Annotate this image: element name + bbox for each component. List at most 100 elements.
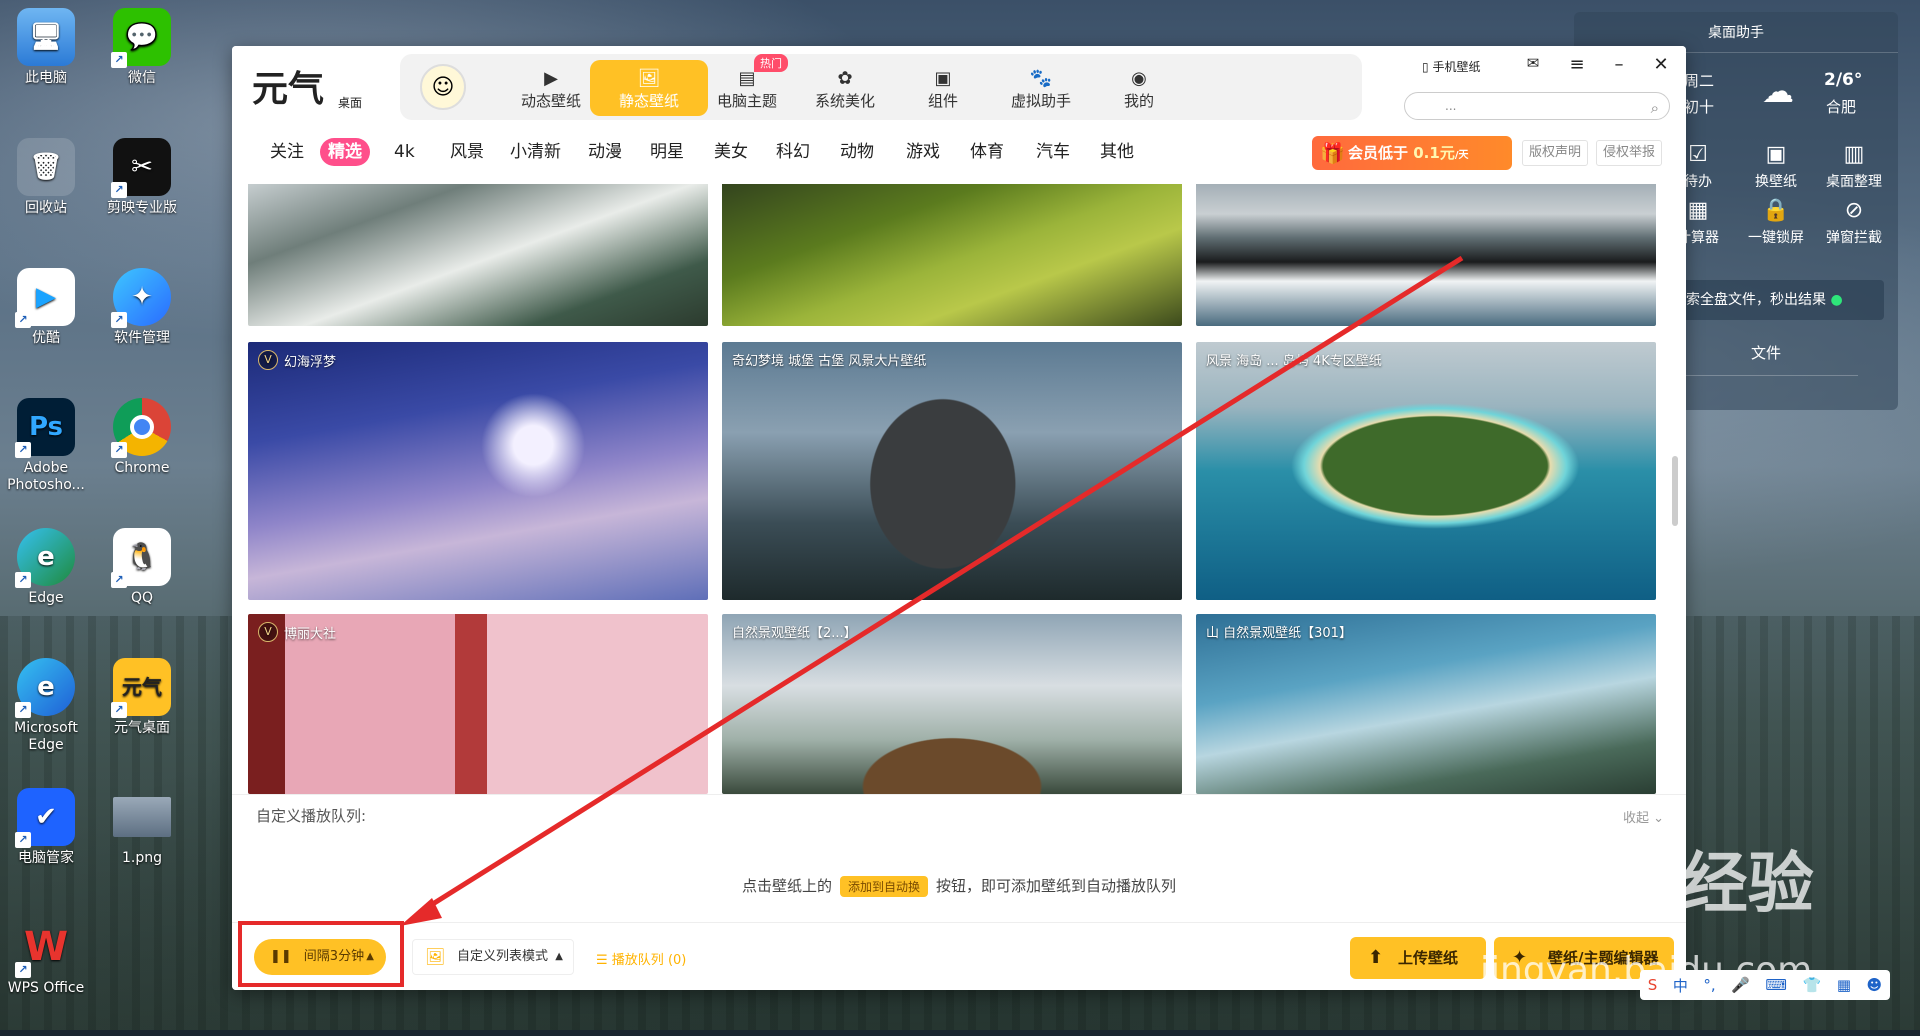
desktop-icon-microsoft-edge[interactable]: e ↗ Microsoft Edge bbox=[0, 658, 92, 754]
wps-glyph: W bbox=[23, 923, 69, 970]
nav-label: 我的 bbox=[1123, 92, 1154, 110]
qq-icon: 🐧 ↗ bbox=[111, 528, 171, 588]
menu-icon[interactable]: ≡ bbox=[1562, 54, 1592, 75]
block-icon: ⊘ bbox=[1844, 198, 1864, 223]
hot-badge: 热门 bbox=[754, 54, 788, 72]
nav-mine[interactable]: ◉ 我的 bbox=[1080, 60, 1198, 116]
wallpaper-tile[interactable] bbox=[248, 184, 708, 326]
category-scifi[interactable]: 科幻 bbox=[768, 138, 818, 166]
desktop-icon-wps[interactable]: W ↗ WPS Office bbox=[0, 918, 92, 997]
cloud-rain-icon: ☁ bbox=[1762, 72, 1794, 110]
list-mode-label: 自定义列表模式 bbox=[457, 949, 549, 964]
vip-badge-icon: V bbox=[258, 622, 278, 642]
wallpaper-tile[interactable]: V 幻海浮梦 bbox=[248, 342, 708, 600]
avatar[interactable]: ☺ bbox=[420, 64, 466, 110]
category-beauty[interactable]: 美女 bbox=[706, 138, 756, 166]
desktop-icon-capcut[interactable]: ✂ ↗ 剪映专业版 bbox=[96, 138, 188, 217]
vip-banner[interactable]: 🎁 会员低于 0.1元/天 bbox=[1312, 136, 1512, 170]
desktop-icon-chrome[interactable]: ↗ Chrome bbox=[96, 398, 188, 477]
widget-tool-label: 桌面整理 bbox=[1826, 174, 1882, 190]
wallpaper-tile[interactable]: 山 自然景观壁纸【301】 bbox=[1196, 614, 1656, 794]
category-games[interactable]: 游戏 bbox=[898, 138, 948, 166]
gallery-scrollbar[interactable] bbox=[1672, 456, 1678, 526]
wallpaper-tile[interactable]: 奇幻梦境 城堡 古堡 风景大片壁纸 bbox=[722, 342, 1182, 600]
desktop-icon-edge[interactable]: e ↗ Edge bbox=[0, 528, 92, 607]
widget-tool-wallpaper[interactable]: ▣ 换壁纸 bbox=[1736, 142, 1816, 191]
category-anime[interactable]: 动漫 bbox=[580, 138, 630, 166]
phone-wallpaper-link[interactable]: ▯ 手机壁纸 bbox=[1422, 58, 1480, 75]
minimize-icon[interactable]: – bbox=[1604, 54, 1634, 75]
wallpaper-tile[interactable]: V 博丽大社 bbox=[248, 614, 708, 794]
punctuation-icon[interactable]: °, bbox=[1703, 976, 1715, 994]
caret-up-icon: ▲ bbox=[555, 951, 563, 962]
wps-icon: W ↗ bbox=[15, 918, 75, 978]
category-other[interactable]: 其他 bbox=[1092, 138, 1142, 166]
system-tray: S 中 °, 🎤 ⌨ 👕 ▦ ☻ bbox=[1640, 970, 1890, 1000]
wallpaper-tile[interactable] bbox=[1196, 184, 1656, 326]
desktop-icon-recycle-bin[interactable]: 🗑 回收站 bbox=[0, 138, 92, 217]
upload-wallpaper-button[interactable]: ⬆ 上传壁纸 bbox=[1350, 937, 1486, 979]
caret-up-icon: ▲ bbox=[366, 951, 374, 962]
sogou-icon[interactable]: S bbox=[1648, 976, 1658, 994]
category-landscape[interactable]: 风景 bbox=[442, 138, 492, 166]
hint-text-before: 点击壁纸上的 bbox=[741, 877, 832, 895]
hint-text-after: 按钮，即可添加壁纸到自动播放队列 bbox=[936, 877, 1177, 895]
app-logo-sub: 桌面 bbox=[338, 96, 363, 110]
grid-icon[interactable]: ▦ bbox=[1837, 976, 1851, 994]
wechat-icon: 💬 ↗ bbox=[111, 8, 171, 68]
category-featured[interactable]: 精选 bbox=[320, 138, 370, 166]
desktop-icon-png-file[interactable]: 1.png bbox=[96, 788, 188, 867]
wallpaper-tile[interactable] bbox=[722, 184, 1182, 326]
widget-tool-lock[interactable]: 🔒 一键锁屏 bbox=[1736, 198, 1816, 247]
widget-temp: 2/6° bbox=[1824, 70, 1863, 90]
category-animals[interactable]: 动物 bbox=[832, 138, 882, 166]
wallpaper-icon: ▣ bbox=[1765, 142, 1787, 167]
desktop-icon-label: 电脑管家 bbox=[18, 850, 74, 866]
collapse-button[interactable]: 收起 ⌄ bbox=[1623, 807, 1664, 826]
desktop-icon-pc-manager[interactable]: ✔ ↗ 电脑管家 bbox=[0, 788, 92, 867]
play-queue-link[interactable]: ☰ 播放队列 (0) bbox=[596, 949, 686, 968]
desktop-icon-yuanqi[interactable]: 元气 ↗ 元气桌面 bbox=[96, 658, 188, 737]
desktop-icon-wechat[interactable]: 💬 ↗ 微信 bbox=[96, 8, 188, 87]
category-sports[interactable]: 体育 bbox=[962, 138, 1012, 166]
category-follow[interactable]: 关注 bbox=[262, 138, 312, 166]
category-cars[interactable]: 汽车 bbox=[1028, 138, 1078, 166]
skin-icon[interactable]: 👕 bbox=[1803, 976, 1822, 994]
computer-icon: 🖥 bbox=[17, 8, 75, 66]
report-link[interactable]: 侵权举报 bbox=[1596, 140, 1663, 166]
wallpaper-tile[interactable]: 自然景观壁纸【2...】 bbox=[722, 614, 1182, 794]
mascot-icon[interactable]: ☻ bbox=[1867, 976, 1883, 994]
interval-button[interactable]: ❚❚ 间隔3分钟 ▲ bbox=[254, 939, 386, 975]
widget-file-label[interactable]: 文件 bbox=[1674, 342, 1858, 376]
category-4k[interactable]: 4k bbox=[386, 138, 423, 166]
widget-tool-organize[interactable]: ▥ 桌面整理 bbox=[1814, 142, 1894, 191]
interval-label: 间隔3分钟 bbox=[303, 949, 365, 964]
recycle-bin-icon: 🗑 bbox=[17, 138, 75, 196]
chevron-down-icon: ⌄ bbox=[1653, 811, 1664, 826]
keyboard-icon[interactable]: ⌨ bbox=[1765, 976, 1787, 994]
desktop-icon-youku[interactable]: ▶ ↗ 优酷 bbox=[0, 268, 92, 347]
desktop-icon-photoshop[interactable]: Ps ↗ Adobe Photosho... bbox=[0, 398, 92, 494]
mail-icon[interactable]: ✉ bbox=[1518, 54, 1548, 72]
search-icon[interactable]: ⌕ bbox=[1651, 95, 1659, 121]
image-file-icon bbox=[113, 797, 171, 837]
microphone-icon[interactable]: 🎤 bbox=[1731, 976, 1750, 994]
category-fresh[interactable]: 小清新 bbox=[502, 138, 569, 166]
list-mode-button[interactable]: 🖼 自定义列表模式 ▲ bbox=[412, 939, 574, 975]
capcut-icon: ✂ ↗ bbox=[111, 138, 171, 198]
copyright-link[interactable]: 版权声明 bbox=[1522, 140, 1589, 166]
desktop-icon-qq[interactable]: 🐧 ↗ QQ bbox=[96, 528, 188, 607]
widget-tool-block[interactable]: ⊘ 弹窗拦截 bbox=[1814, 198, 1894, 247]
search-placeholder: ... bbox=[1445, 99, 1457, 113]
widget-search-row[interactable]: 索全盘文件，秒出结果 ● bbox=[1678, 280, 1884, 320]
wallpaper-tile-label: 风景 海岛 ... 岛屿 4K专区壁纸 bbox=[1206, 354, 1382, 369]
desktop-icon-this-pc[interactable]: 🖥 此电脑 bbox=[0, 8, 92, 87]
desktop-icon-software-manager[interactable]: ✦ ↗ 软件管理 bbox=[96, 268, 188, 347]
ime-indicator[interactable]: 中 bbox=[1673, 975, 1688, 996]
wallpaper-tile[interactable]: 风景 海岛 ... 岛屿 4K专区壁纸 bbox=[1196, 342, 1656, 600]
close-icon[interactable]: ✕ bbox=[1646, 54, 1676, 75]
desktop-icon-label: 软件管理 bbox=[114, 330, 170, 346]
search-input[interactable]: ... ⌕ bbox=[1404, 92, 1670, 120]
main-nav: ☺ ▶ 动态壁纸 🖼 静态壁纸 热门 ▤ 电脑主题 ✿ 系统美化 ▣ 组件 🐾 虚拟助手 ◉ 我… bbox=[400, 54, 1362, 120]
category-stars[interactable]: 明星 bbox=[642, 138, 692, 166]
